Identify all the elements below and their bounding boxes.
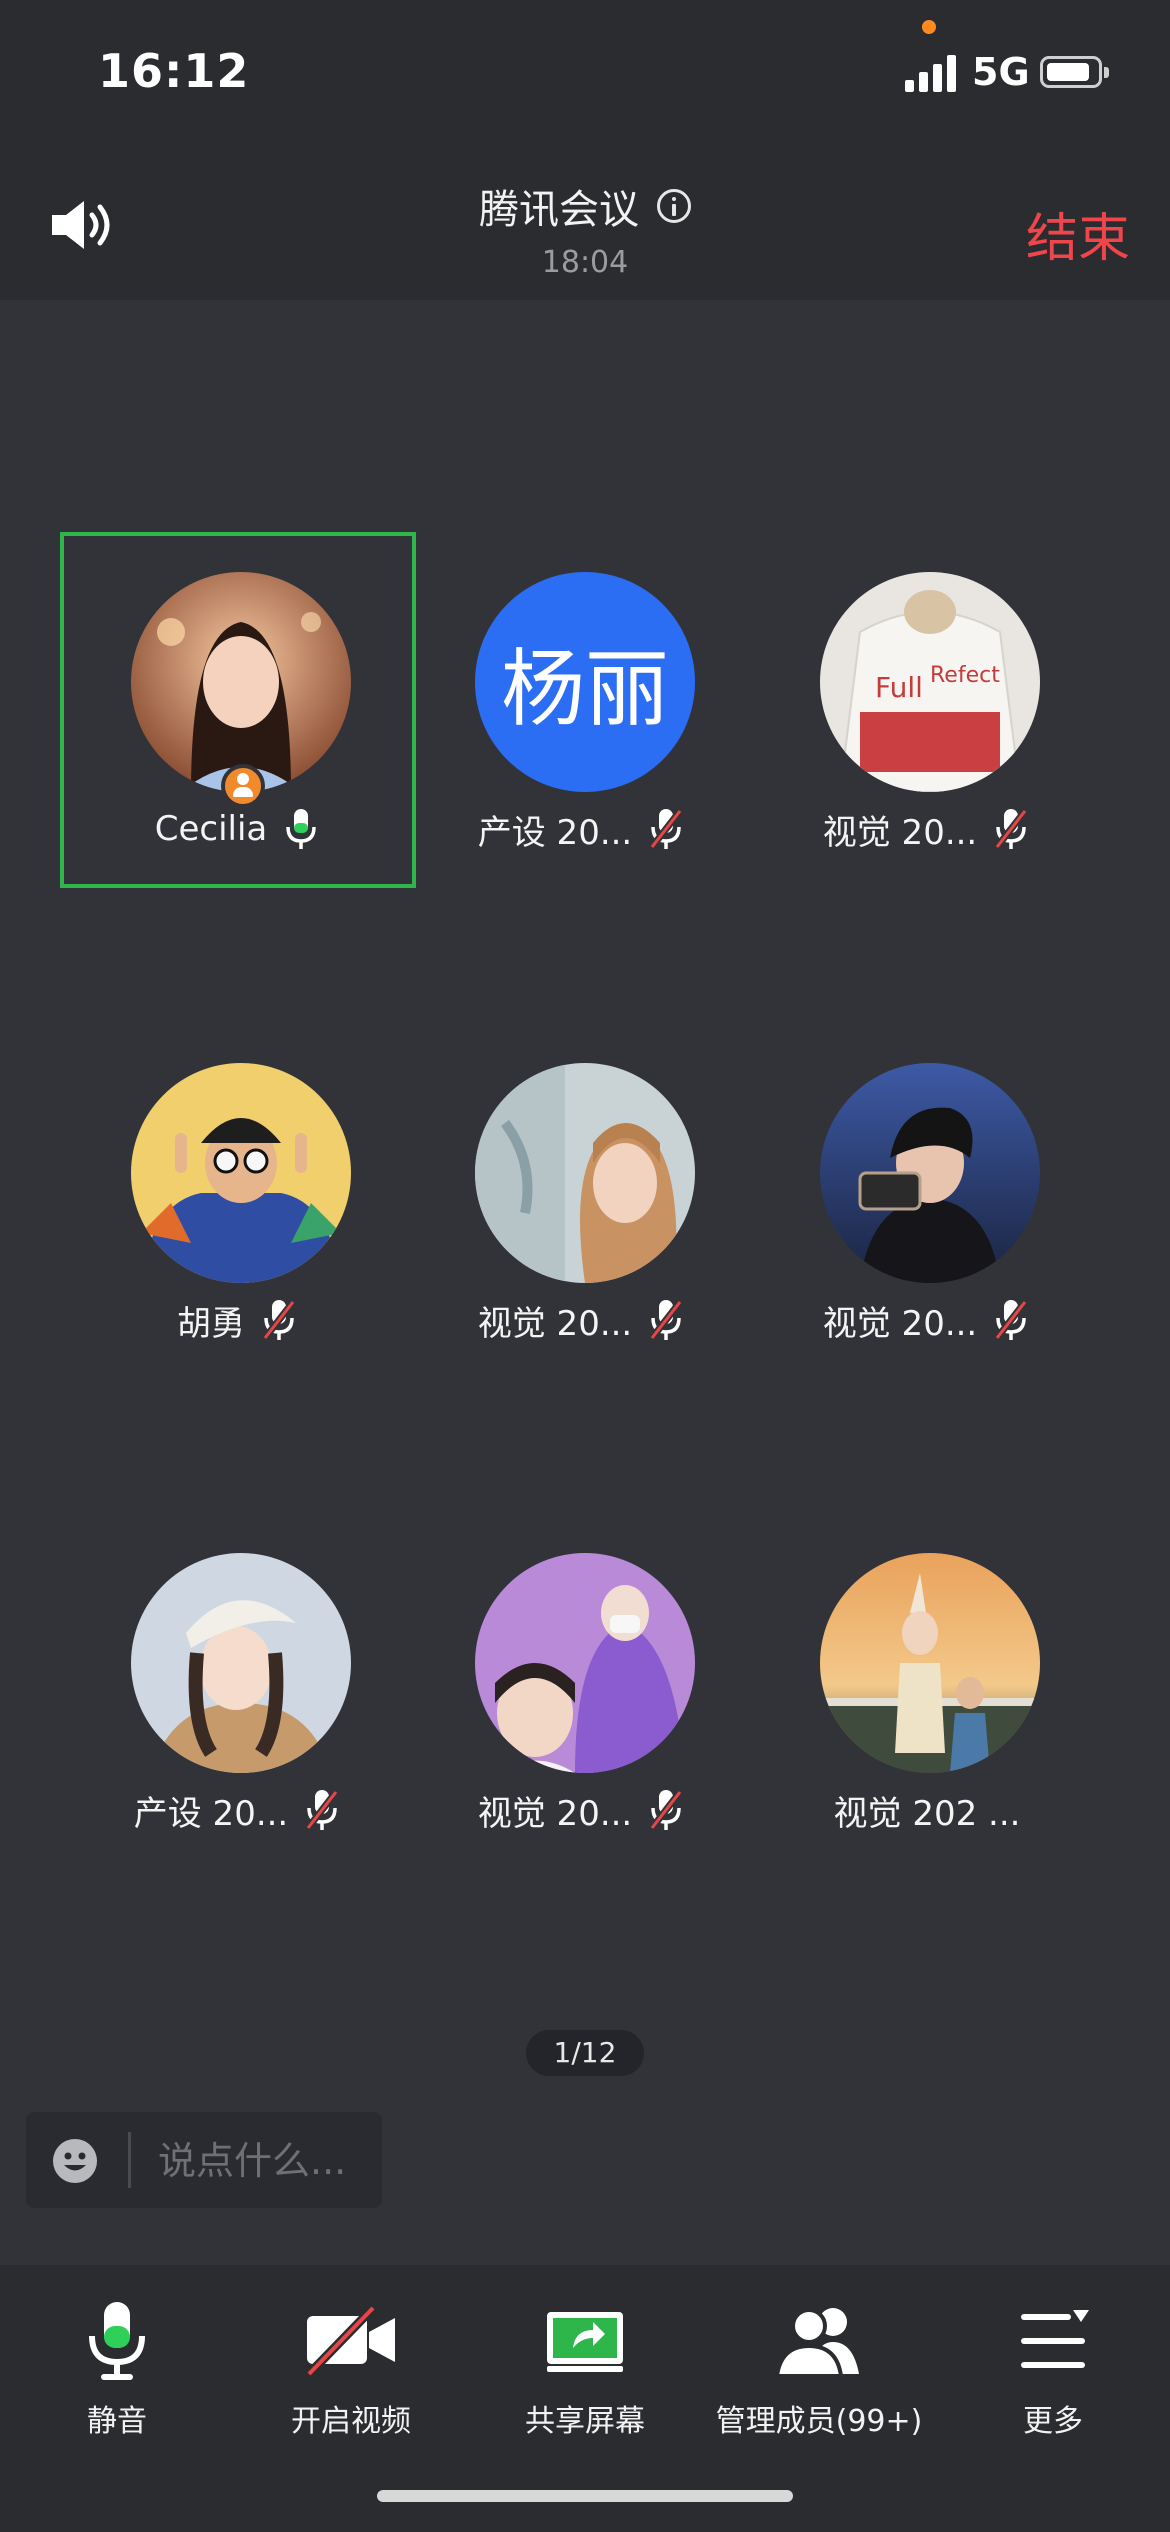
info-icon[interactable] (657, 189, 691, 223)
participant-name-row: 视觉 20... (404, 1295, 760, 1345)
mute-button[interactable]: 静音 (0, 2300, 234, 2450)
participant-tile[interactable]: Full Refect 视觉 20... (749, 532, 1105, 888)
mic-muted-icon (649, 1789, 684, 1831)
home-indicator (377, 2490, 793, 2502)
start-video-button[interactable]: 开启视频 (234, 2300, 468, 2450)
participant-tile[interactable]: 视觉 202 ... (749, 1513, 1105, 1869)
emoji-icon[interactable] (52, 2138, 98, 2184)
participant-tile[interactable]: 视觉 20... (404, 1023, 760, 1379)
battery-icon (1040, 56, 1109, 88)
participant-name: 视觉 20... (477, 1303, 633, 1344)
mic-muted-icon (994, 808, 1029, 850)
manage-members-label: 管理成员(99+) (715, 2404, 923, 2439)
participant-tile[interactable]: 视觉 20... (749, 1023, 1105, 1379)
avatar (131, 572, 351, 792)
participant-name: 胡勇 (177, 1303, 245, 1344)
participant-grid: Cecilia 杨丽 产设 20... Full Refect 视觉 20...… (0, 300, 1170, 2265)
participant-name: 视觉 202 ... (833, 1793, 1021, 1834)
share-screen-label: 共享屏幕 (525, 2404, 645, 2439)
avatar-initials: 杨丽 (475, 572, 695, 792)
network-type: 5G (972, 50, 1030, 94)
avatar: Full Refect (820, 572, 1040, 792)
avatar (131, 1553, 351, 1773)
status-bar: 16:12 5G (0, 0, 1170, 145)
video-off-icon (305, 2304, 395, 2378)
participant-name-row: 产设 20... (60, 1785, 416, 1835)
more-label: 更多 (1023, 2404, 1083, 2439)
mic-muted-icon (994, 1299, 1029, 1341)
privacy-indicator-dot (922, 20, 936, 34)
svg-text:Refect: Refect (930, 663, 1000, 688)
meeting-duration: 18:04 (541, 245, 629, 280)
page-indicator: 1/12 (526, 2030, 644, 2076)
participant-name-row: 视觉 20... (404, 1785, 760, 1835)
avatar (131, 1063, 351, 1283)
svg-text:Full: Full (875, 671, 923, 704)
signal-icon (905, 54, 959, 92)
status-time: 16:12 (98, 44, 250, 98)
more-menu-icon (1021, 2310, 1089, 2368)
end-meeting-button[interactable]: 结束 (1020, 195, 1136, 272)
participant-name: 视觉 20... (822, 812, 978, 853)
participant-name-row: Cecilia (60, 804, 416, 854)
meeting-title-row: 腾讯会议 (0, 177, 1170, 235)
participant-tile[interactable]: 杨丽 产设 20... (404, 532, 760, 888)
participant-name-row: 胡勇 (60, 1295, 416, 1345)
participant-name: 产设 20... (133, 1793, 289, 1834)
participant-name-row: 产设 20... (404, 804, 760, 854)
participant-tile[interactable]: Cecilia (60, 532, 416, 888)
avatar (475, 1553, 695, 1773)
participant-name: 视觉 20... (822, 1303, 978, 1344)
host-badge-icon (221, 764, 265, 808)
participant-name: 产设 20... (477, 812, 633, 853)
participant-name-row: 视觉 20... (749, 1295, 1105, 1345)
mic-muted-icon (649, 1299, 684, 1341)
participant-tile[interactable]: 视觉 20... (404, 1513, 760, 1869)
avatar (475, 1063, 695, 1283)
participant-name-row: 视觉 202 ... (749, 1785, 1105, 1835)
meeting-title: 腾讯会议 (479, 187, 639, 233)
members-icon (774, 2308, 859, 2378)
meeting-header: 腾讯会议 18:04 结束 (0, 145, 1170, 300)
mic-muted-icon (262, 1299, 296, 1341)
participant-tile[interactable]: 胡勇 (60, 1023, 416, 1379)
more-button[interactable]: 更多 (936, 2300, 1170, 2450)
participant-name: 视觉 20... (477, 1793, 633, 1834)
mute-label: 静音 (87, 2404, 147, 2439)
participant-name: Cecilia (154, 809, 268, 849)
participant-tile[interactable]: 产设 20... (60, 1513, 416, 1869)
chat-input[interactable] (156, 2134, 370, 2188)
participant-name-row: 视觉 20... (749, 804, 1105, 854)
chat-bar[interactable] (26, 2112, 382, 2208)
share-screen-icon (547, 2312, 623, 2372)
share-screen-button[interactable]: 共享屏幕 (468, 2300, 702, 2450)
mic-muted-icon (649, 808, 684, 850)
chat-divider (128, 2132, 131, 2188)
avatar (820, 1553, 1040, 1773)
manage-members-button[interactable]: 管理成员(99+) (702, 2300, 936, 2450)
mic-on-icon (286, 809, 317, 849)
avatar (820, 1063, 1040, 1283)
mic-muted-icon (305, 1789, 340, 1831)
avatar: 杨丽 (475, 572, 695, 792)
start-video-label: 开启视频 (291, 2404, 411, 2439)
mic-on-icon (89, 2302, 145, 2380)
